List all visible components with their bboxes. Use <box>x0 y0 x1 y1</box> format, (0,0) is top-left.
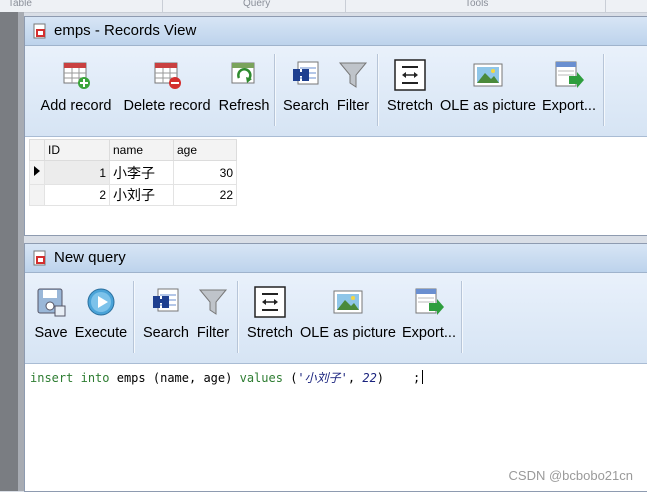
cell-age[interactable]: 22 <box>173 184 237 206</box>
refresh-icon <box>231 62 255 84</box>
table-document-icon <box>33 23 46 39</box>
current-row-indicator[interactable] <box>29 160 45 185</box>
sql-number-literal: 22 <box>362 371 377 385</box>
row-selector[interactable] <box>29 184 45 206</box>
records-toolbar: Add record Delete record Refresh Search … <box>25 46 647 137</box>
add-record-button[interactable]: Add record <box>35 46 117 132</box>
query-document-icon <box>33 250 46 266</box>
filter-label: Filter <box>336 98 370 114</box>
sql-keyword: values <box>239 371 283 385</box>
search-button[interactable]: Search <box>141 273 191 359</box>
search-label: Search <box>143 325 189 341</box>
filter-label: Filter <box>196 325 230 341</box>
sql-keyword: into <box>80 371 110 385</box>
add-record-icon <box>63 62 90 89</box>
column-header-id[interactable]: ID <box>44 139 110 161</box>
execute-label: Execute <box>74 325 128 341</box>
toolbar-separator <box>237 281 239 353</box>
column-header-name[interactable]: name <box>109 139 174 161</box>
text-cursor <box>422 370 424 384</box>
export-icon <box>415 288 444 315</box>
toolbar-separator <box>603 54 605 126</box>
sql-column-list: (name, age) <box>152 371 233 385</box>
filter-icon <box>338 62 368 88</box>
ribbon-divider <box>605 0 606 12</box>
search-icon <box>293 61 319 85</box>
column-header-age[interactable]: age <box>173 139 237 161</box>
ole-picture-icon <box>333 290 363 314</box>
save-label: Save <box>34 325 68 341</box>
search-icon <box>153 288 179 312</box>
cell-id[interactable]: 1 <box>44 160 110 185</box>
grid-corner-cell <box>29 139 45 161</box>
records-window-titlebar[interactable]: emps - Records View <box>25 17 647 46</box>
toolbar-separator <box>377 54 379 126</box>
watermark: CSDN @bcbobo21cn <box>508 468 633 483</box>
save-icon <box>37 288 66 317</box>
filter-button[interactable]: Filter <box>333 46 373 132</box>
query-window-titlebar[interactable]: New query <box>25 244 647 273</box>
records-grid: ID name age 1 小李子 30 2 小刘子 22 <box>29 139 237 206</box>
refresh-label: Refresh <box>218 98 270 114</box>
table-row[interactable]: 2 小刘子 22 <box>29 184 237 206</box>
ole-as-picture-button[interactable]: OLE as picture <box>439 46 537 132</box>
sql-string-literal: '小刘子' <box>297 371 348 385</box>
table-row[interactable]: 1 小李子 30 <box>29 160 237 185</box>
new-query-window: New query Save Execute Search Filter Str… <box>24 243 647 492</box>
ribbon-group-strip: Table Query Tools <box>0 0 647 13</box>
stretch-icon <box>394 59 426 91</box>
stretch-label: Stretch <box>387 98 433 114</box>
sql-table-name: emps <box>116 371 146 385</box>
cell-name[interactable]: 小李子 <box>109 160 174 185</box>
ribbon-group-tools: Tools <box>465 0 489 9</box>
stretch-label: Stretch <box>247 325 293 341</box>
add-record-label: Add record <box>40 98 112 114</box>
search-button[interactable]: Search <box>281 46 331 132</box>
sql-comma: , <box>347 371 356 385</box>
execute-button[interactable]: Execute <box>73 273 129 359</box>
toolbar-separator <box>274 54 276 126</box>
ole-as-picture-label: OLE as picture <box>300 325 396 341</box>
delete-record-label: Delete record <box>123 98 211 114</box>
toolbar-separator <box>133 281 135 353</box>
export-label: Export... <box>402 325 456 341</box>
cell-name[interactable]: 小刘子 <box>109 184 174 206</box>
export-button[interactable]: Export... <box>539 46 599 132</box>
ole-as-picture-button[interactable]: OLE as picture <box>299 273 397 359</box>
ole-picture-icon <box>473 63 503 87</box>
ribbon-divider <box>162 0 163 12</box>
records-window-title: emps - Records View <box>54 22 197 39</box>
sql-keyword: insert <box>30 371 74 385</box>
ribbon-group-table: Table <box>8 0 32 9</box>
query-window-title: New query <box>54 249 126 266</box>
sql-paren: ) <box>376 371 385 385</box>
search-label: Search <box>283 98 329 114</box>
ole-as-picture-label: OLE as picture <box>440 98 536 114</box>
query-toolbar: Save Execute Search Filter Stretch OLE a… <box>25 273 647 364</box>
save-button[interactable]: Save <box>33 273 69 359</box>
filter-icon <box>198 289 228 315</box>
records-grid-container: ID name age 1 小李子 30 2 小刘子 22 <box>29 139 237 206</box>
export-icon <box>555 61 584 88</box>
stretch-icon <box>254 286 286 318</box>
records-view-window: emps - Records View Add record Delete re… <box>24 16 647 236</box>
stretch-button[interactable]: Stretch <box>243 273 297 359</box>
export-button[interactable]: Export... <box>399 273 459 359</box>
execute-icon <box>87 288 115 316</box>
ribbon-divider <box>345 0 346 12</box>
cell-id[interactable]: 2 <box>44 184 110 206</box>
delete-record-icon <box>154 62 181 89</box>
filter-button[interactable]: Filter <box>193 273 233 359</box>
stretch-button[interactable]: Stretch <box>383 46 437 132</box>
row-pointer-icon <box>34 166 40 176</box>
ribbon-group-query: Query <box>243 0 271 9</box>
delete-record-button[interactable]: Delete record <box>119 46 215 132</box>
export-label: Export... <box>542 98 596 114</box>
sql-semicolon: ; <box>412 371 421 385</box>
refresh-button[interactable]: Refresh <box>217 46 271 132</box>
grid-header-row: ID name age <box>29 139 237 161</box>
cell-age[interactable]: 30 <box>173 160 237 185</box>
mdi-left-gutter <box>0 12 20 491</box>
toolbar-separator <box>461 281 463 353</box>
